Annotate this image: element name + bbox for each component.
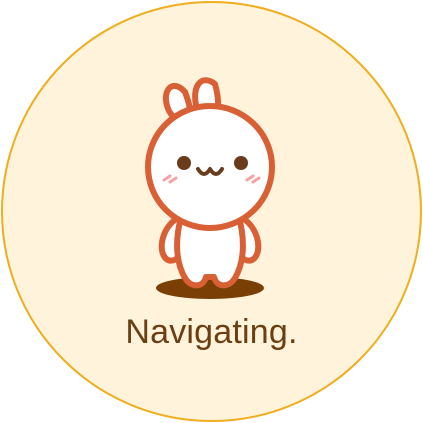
mascot-left-eye bbox=[177, 156, 191, 170]
mascot-shadow bbox=[156, 277, 264, 299]
navigation-status-label: Navigating. bbox=[125, 313, 298, 351]
bunny-mascot-icon bbox=[145, 77, 275, 299]
mascot-head bbox=[145, 103, 275, 231]
mascot-right-eye bbox=[234, 156, 248, 170]
